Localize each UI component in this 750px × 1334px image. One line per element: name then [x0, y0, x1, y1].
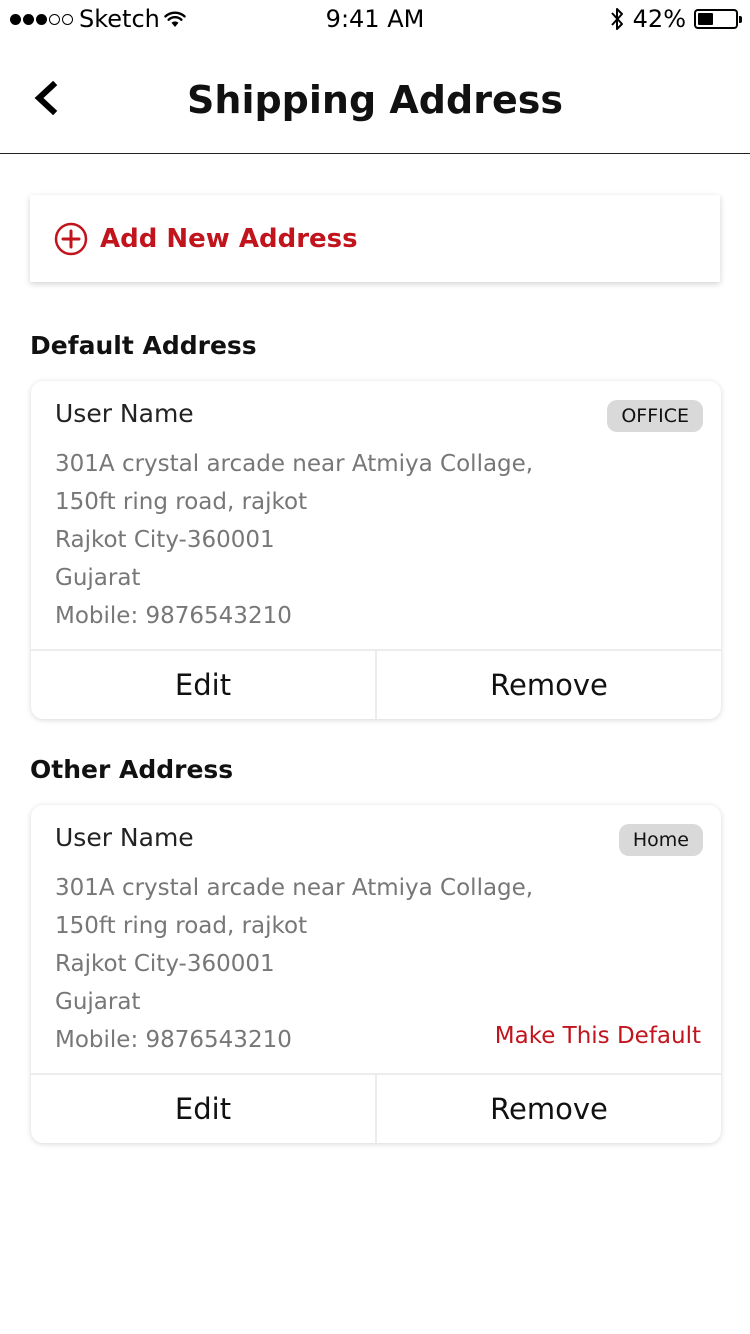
remove-button[interactable]: Remove — [375, 651, 721, 719]
address-line: Rajkot City-360001 — [55, 527, 275, 553]
address-lines: 301A crystal arcade near Atmiya Collage,… — [55, 869, 533, 1059]
status-bar: Sketch 9:41 AM 42% — [0, 0, 750, 40]
address-actions: Edit Remove — [31, 1073, 721, 1143]
address-mobile: Mobile: 9876543210 — [55, 603, 292, 629]
edit-button[interactable]: Edit — [31, 1075, 375, 1143]
battery-percent: 42% — [632, 5, 686, 33]
address-line: 150ft ring road, rajkot — [55, 913, 308, 939]
default-address-card: User Name OFFICE 301A crystal arcade nea… — [31, 381, 721, 719]
address-details: User Name OFFICE 301A crystal arcade nea… — [31, 381, 721, 649]
other-address-card: User Name Home 301A crystal arcade near … — [31, 805, 721, 1143]
address-lines: 301A crystal arcade near Atmiya Collage,… — [55, 445, 533, 635]
address-actions: Edit Remove — [31, 649, 721, 719]
address-mobile: Mobile: 9876543210 — [55, 1027, 292, 1053]
other-address-heading: Other Address — [30, 755, 234, 784]
default-address-heading: Default Address — [30, 331, 257, 360]
battery-icon — [694, 9, 742, 29]
address-line: Gujarat — [55, 565, 141, 591]
remove-button[interactable]: Remove — [375, 1075, 721, 1143]
address-details: User Name Home 301A crystal arcade near … — [31, 805, 721, 1073]
address-type-badge: OFFICE — [607, 400, 703, 432]
address-line: 301A crystal arcade near Atmiya Collage, — [55, 451, 534, 477]
address-user-name: User Name — [55, 399, 194, 428]
add-new-address-button[interactable]: Add New Address — [30, 195, 720, 282]
status-right: 42% — [609, 5, 742, 33]
address-line: 301A crystal arcade near Atmiya Collage, — [55, 875, 534, 901]
navigation-bar: Shipping Address — [0, 40, 750, 154]
plus-circle-icon — [54, 222, 88, 255]
address-type-badge: Home — [618, 824, 703, 856]
make-default-link[interactable]: Make This Default — [495, 1023, 701, 1049]
battery-level — [698, 13, 714, 25]
bluetooth-icon — [610, 8, 623, 30]
address-line: Rajkot City-360001 — [55, 951, 275, 977]
address-line: 150ft ring road, rajkot — [55, 489, 308, 515]
address-line: Gujarat — [55, 989, 141, 1015]
address-user-name: User Name — [55, 823, 194, 852]
add-new-address-label: Add New Address — [100, 223, 358, 254]
page-title: Shipping Address — [187, 78, 563, 122]
edit-button[interactable]: Edit — [31, 651, 375, 719]
